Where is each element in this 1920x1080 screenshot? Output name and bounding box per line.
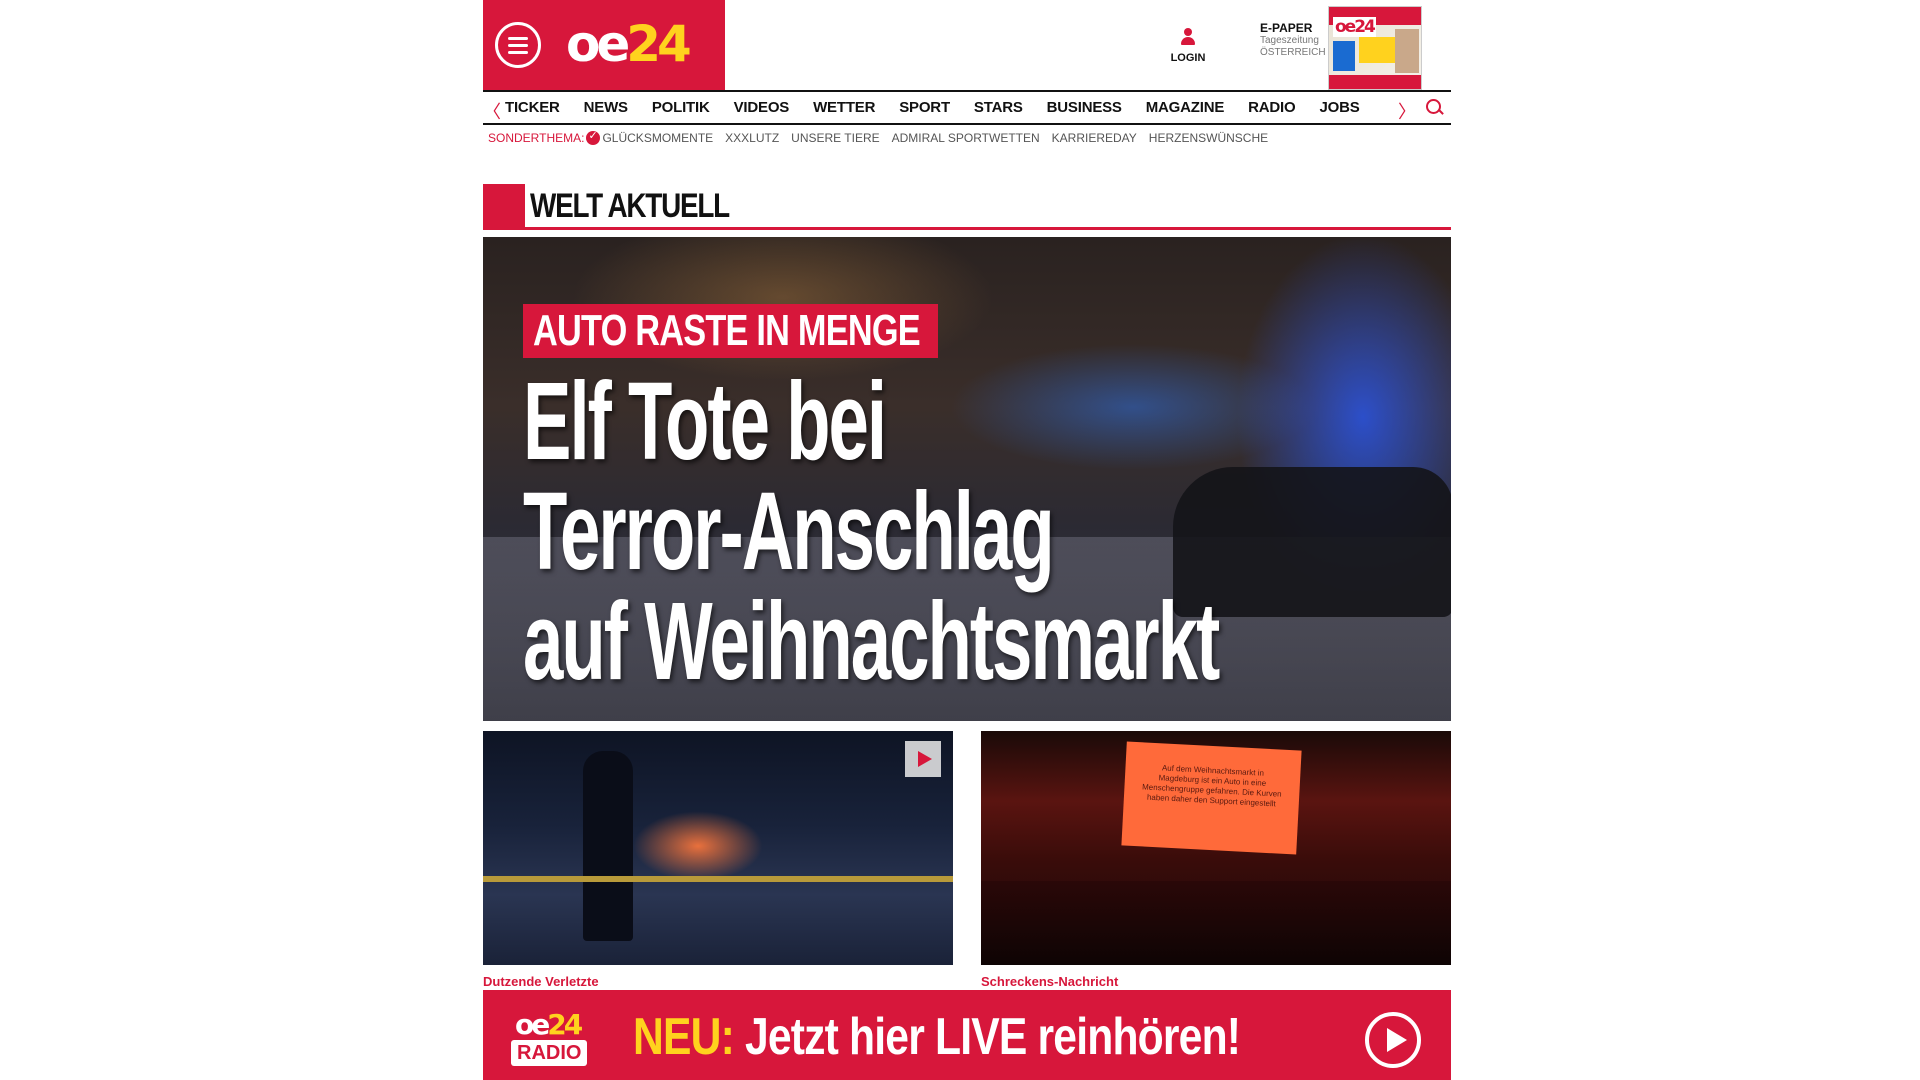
nav-item-politik[interactable]: POLITIK — [652, 92, 710, 123]
teaser-image: Auf dem Weihnachtsmarkt in Magdeburg ist… — [981, 731, 1451, 965]
page: oe24 LOGIN E-PAPER Tageszeitung ÖSTERREI… — [483, 0, 1451, 1080]
subnav-item[interactable]: GLÜCKSMOMENTE — [602, 131, 713, 147]
nav-list: TICKER NEWS POLITIK VIDEOS WETTER SPORT STARS B… — [505, 92, 1384, 123]
nav-item-jobs[interactable]: JOBS — [1320, 92, 1360, 123]
headline-line: Terror-Anschlag — [523, 470, 1055, 593]
brand-header: oe24 — [483, 0, 725, 90]
nav-item-stars[interactable]: STARS — [974, 92, 1023, 123]
epaper-cover-thumbnail[interactable]: oe24 — [1328, 6, 1422, 90]
nav-item-business[interactable]: BUSINESS — [1047, 92, 1122, 123]
nav-item-sport[interactable]: SPORT — [899, 92, 950, 123]
subnav-item[interactable]: UNSERE TIERE — [791, 131, 879, 147]
subnav-item[interactable]: KARRIEREDAY — [1052, 131, 1137, 147]
chevron-left-icon[interactable]: 〈 — [483, 98, 501, 124]
search-icon[interactable] — [1426, 99, 1444, 117]
radio-logo: oe24 RADIO — [511, 1010, 603, 1070]
checkmark-badge-icon — [586, 129, 601, 145]
teaser-caption: Dutzende Verletzte — [483, 974, 599, 989]
headline-line: Elf Tote bei — [523, 360, 887, 483]
stadium-screen: Auf dem Weihnachtsmarkt in Magdeburg ist… — [1121, 741, 1302, 855]
teaser-article[interactable]: Auf dem Weihnachtsmarkt in Magdeburg ist… — [981, 731, 1451, 989]
play-circle-icon[interactable] — [1365, 1012, 1421, 1068]
subnav: SONDERTHEMA: GLÜCKSMOMENTE XXXLUTZ UNSERE … — [488, 129, 1280, 147]
login-label: LOGIN — [1170, 52, 1206, 64]
hero-article[interactable]: AUTO RASTE IN MENGE Elf Tote bei Terror-… — [483, 237, 1451, 721]
nav-item-radio[interactable]: RADIO — [1248, 92, 1296, 123]
section-accent-bar — [483, 184, 525, 227]
user-icon — [1180, 28, 1196, 46]
login-button[interactable]: LOGIN — [1163, 28, 1213, 64]
nav-item-magazine[interactable]: MAGAZINE — [1146, 92, 1225, 123]
play-video-icon[interactable] — [905, 741, 941, 777]
site-logo[interactable]: oe24 — [566, 14, 692, 74]
section-header: WELT AKTUELL — [483, 184, 1451, 230]
headline-line: auf Weihnachtsmarkt — [523, 580, 1220, 703]
nav-item-ticker[interactable]: TICKER — [505, 92, 560, 123]
epaper-subtitle-1: Tageszeitung — [1260, 35, 1319, 46]
subnav-item[interactable]: ADMIRAL SPORTWETTEN — [892, 131, 1040, 147]
subnav-lead: SONDERTHEMA: — [488, 131, 585, 145]
subnav-item[interactable]: HERZENSWÜNSCHE — [1149, 131, 1268, 147]
epaper-subtitle-2: ÖSTERREICH — [1260, 47, 1326, 58]
hero-kicker: AUTO RASTE IN MENGE — [523, 304, 938, 358]
main-nav: 〈 TICKER NEWS POLITIK VIDEOS WETTER SPORT STAR… — [483, 90, 1451, 125]
epaper-title: E-PAPER — [1260, 21, 1313, 35]
teaser-image — [483, 731, 953, 965]
radio-live-banner[interactable]: oe24 RADIO NEU: Jetzt hier LIVE reinhöre… — [483, 990, 1451, 1080]
hamburger-menu-icon[interactable] — [495, 22, 541, 68]
chevron-right-icon[interactable]: 〉 — [1398, 98, 1416, 124]
section-title: WELT AKTUELL — [530, 187, 730, 225]
nav-item-news[interactable]: NEWS — [584, 92, 628, 123]
nav-item-videos[interactable]: VIDEOS — [734, 92, 790, 123]
hero-headline: Elf Tote bei Terror-Anschlag auf Weihnac… — [523, 367, 1423, 697]
teaser-article[interactable]: Dutzende Verletzte — [483, 731, 953, 989]
subnav-item[interactable]: XXXLUTZ — [725, 131, 779, 147]
radio-banner-text: NEU: Jetzt hier LIVE reinhören! — [633, 1008, 1241, 1066]
epaper-link[interactable]: E-PAPER Tageszeitung ÖSTERREICH — [1260, 21, 1326, 59]
nav-item-wetter[interactable]: WETTER — [813, 92, 875, 123]
teaser-caption: Schreckens-Nachricht — [981, 974, 1119, 989]
